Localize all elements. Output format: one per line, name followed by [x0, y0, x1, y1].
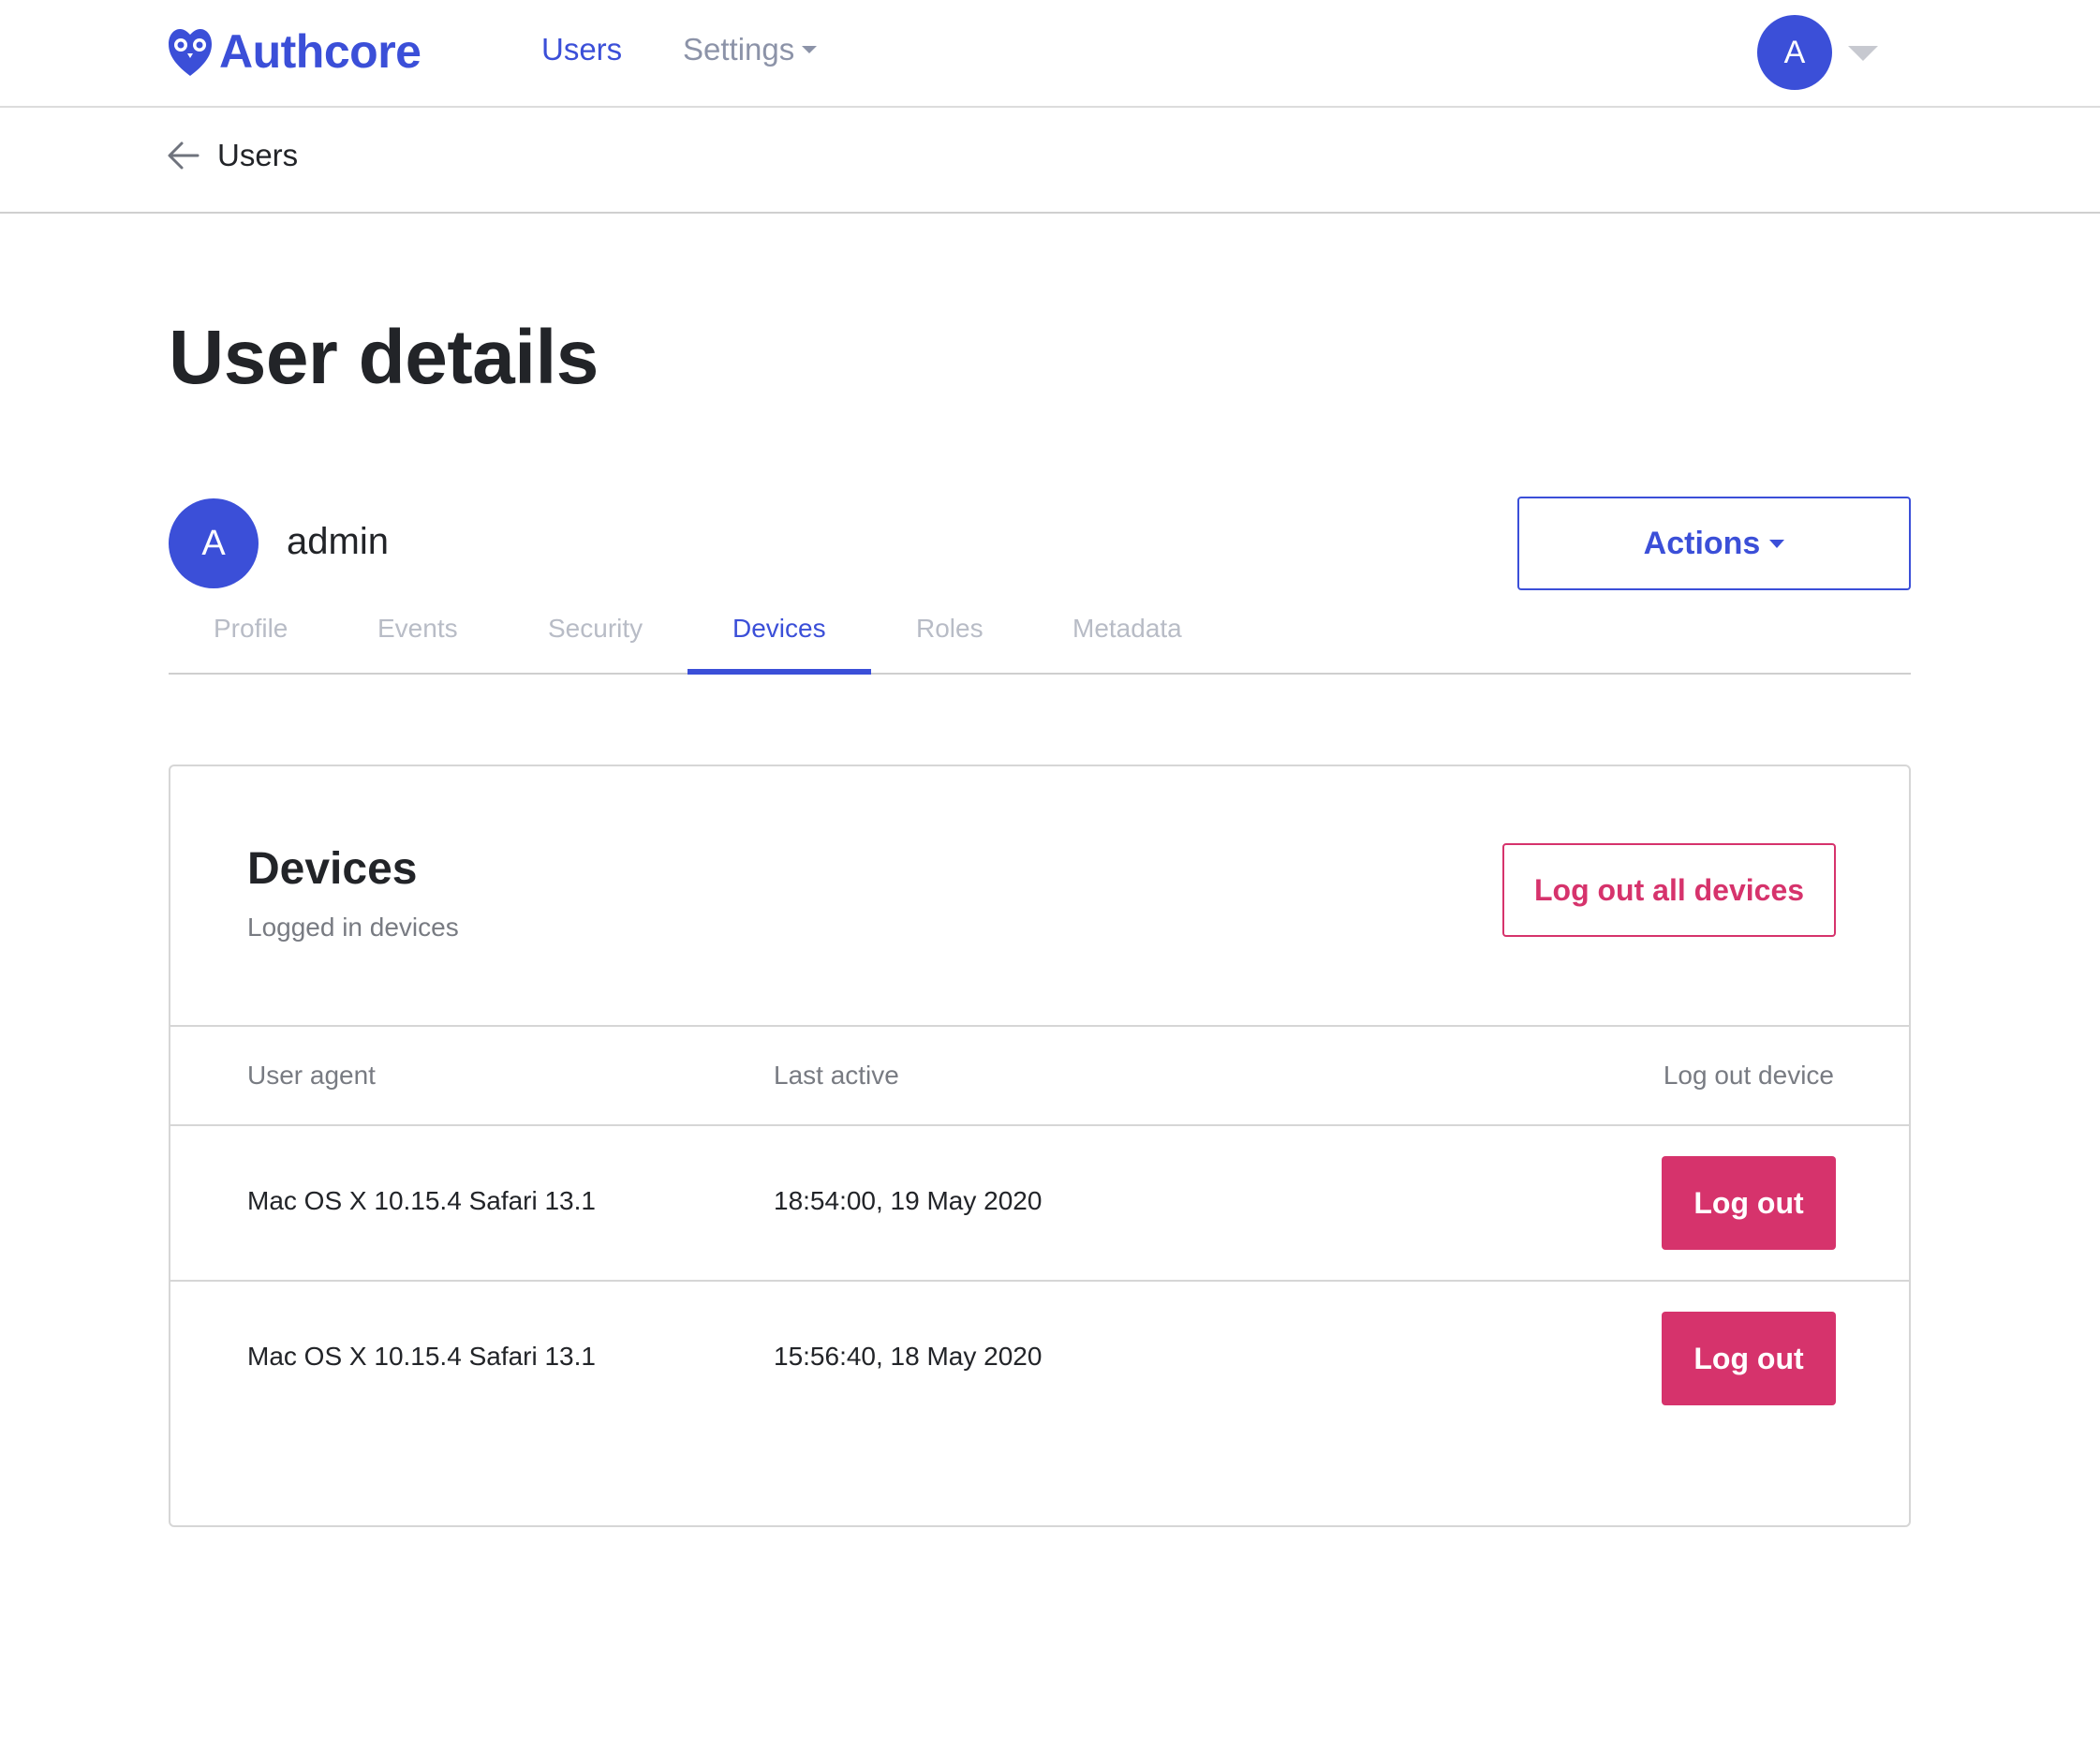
breadcrumb-label: Users — [217, 138, 299, 172]
actions-dropdown-button[interactable]: Actions — [1517, 497, 1911, 590]
tab-metadata[interactable]: Metadata — [1072, 614, 1182, 644]
devices-card: Devices Logged in devices Log out all de… — [169, 765, 1911, 1527]
page-title: User details — [169, 315, 599, 400]
last-active-cell: 15:56:40, 18 May 2020 — [774, 1342, 1043, 1371]
chevron-down-icon — [802, 46, 818, 53]
back-to-users-link[interactable]: Users — [167, 138, 298, 173]
breadcrumb-bar: Users — [0, 108, 2100, 214]
top-navbar: Authcore Users Settings A — [0, 0, 2100, 108]
user-agent-cell: Mac OS X 10.15.4 Safari 13.1 — [247, 1186, 596, 1215]
table-row: Mac OS X 10.15.4 Safari 13.1 15:56:40, 1… — [170, 1282, 1909, 1437]
devices-title: Devices — [247, 844, 418, 894]
user-name: admin — [287, 521, 389, 562]
logout-device-button[interactable]: Log out — [1662, 1312, 1836, 1405]
actions-label: Actions — [1643, 525, 1761, 561]
tab-security[interactable]: Security — [548, 614, 643, 644]
arrow-left-icon — [168, 141, 200, 170]
active-tab-indicator — [688, 669, 871, 675]
tab-profile[interactable]: Profile — [214, 614, 288, 644]
brand-name: Authcore — [219, 25, 421, 78]
account-avatar[interactable]: A — [1757, 15, 1832, 90]
chevron-down-icon — [1769, 539, 1785, 548]
last-active-cell: 18:54:00, 19 May 2020 — [774, 1186, 1043, 1215]
nav-settings-label: Settings — [683, 32, 795, 67]
table-row: Mac OS X 10.15.4 Safari 13.1 18:54:00, 1… — [170, 1126, 1909, 1282]
column-header-last-active: Last active — [774, 1061, 899, 1090]
tab-events[interactable]: Events — [377, 614, 458, 644]
nav-users-link[interactable]: Users — [541, 32, 622, 67]
user-tabs: Profile Events Security Devices Roles Me… — [169, 600, 1911, 675]
logout-all-devices-button[interactable]: Log out all devices — [1502, 843, 1836, 937]
owl-icon — [169, 29, 212, 76]
user-avatar: A — [169, 498, 259, 588]
devices-table-header: User agent Last active Log out device — [170, 1025, 1909, 1126]
tab-devices[interactable]: Devices — [732, 614, 826, 644]
tab-roles[interactable]: Roles — [916, 614, 983, 644]
authcore-logo[interactable]: Authcore — [167, 24, 421, 79]
column-header-log-out-device: Log out device — [1663, 1061, 1834, 1090]
column-header-user-agent: User agent — [247, 1061, 376, 1090]
user-agent-cell: Mac OS X 10.15.4 Safari 13.1 — [247, 1342, 596, 1371]
devices-subtitle: Logged in devices — [247, 913, 459, 942]
logout-device-button[interactable]: Log out — [1662, 1156, 1836, 1250]
account-menu-chevron-down-icon[interactable] — [1848, 46, 1878, 61]
nav-settings-dropdown[interactable]: Settings — [683, 32, 818, 67]
